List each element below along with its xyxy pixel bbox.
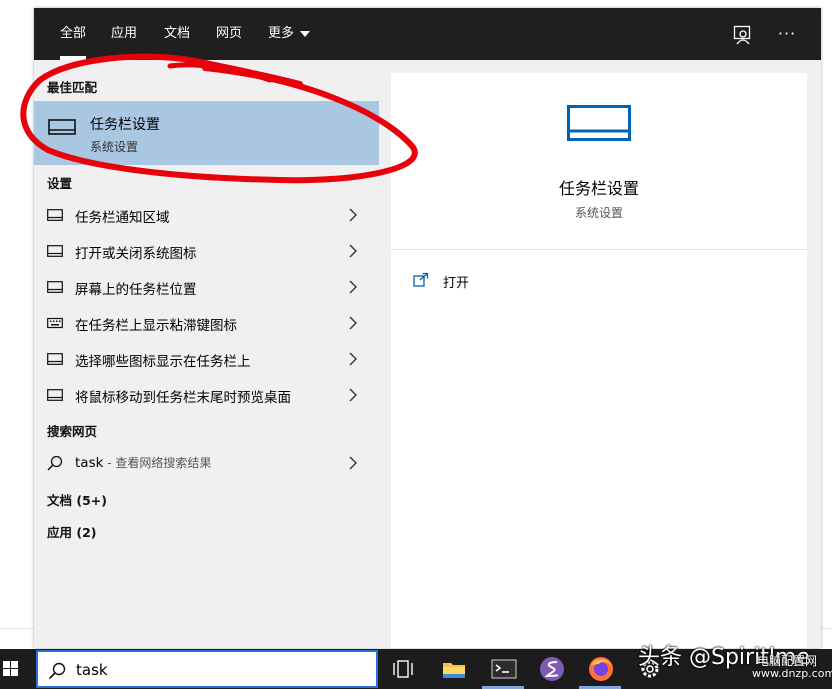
chevron-right-icon	[349, 208, 357, 222]
apps-heading[interactable]: 应用 (2)	[47, 522, 96, 541]
preview-subtitle: 系统设置	[574, 206, 623, 220]
chevron-right-icon	[349, 316, 357, 330]
tab-all-label: 全部	[60, 26, 87, 41]
chevron-right-icon	[349, 388, 357, 402]
file-explorer-icon[interactable]	[440, 655, 468, 683]
search-icon	[48, 662, 66, 680]
settings-item-label: 打开或关闭系统图标	[75, 246, 197, 262]
preview-title: 任务栏设置	[558, 179, 639, 198]
best-match-heading: 最佳匹配	[47, 80, 98, 95]
tab-web[interactable]: 网页	[216, 8, 242, 60]
best-match-title: 任务栏设置	[90, 117, 160, 133]
settings-item-peek-desktop[interactable]: 将鼠标移动到任务栏末尾时预览桌面	[34, 377, 379, 413]
task-view-icon[interactable]	[389, 655, 417, 683]
tab-documents[interactable]: 文档	[164, 8, 190, 60]
web-search-label: task - 查看网络搜索结果	[75, 454, 211, 471]
search-input[interactable]	[76, 658, 366, 682]
emacs-icon[interactable]	[538, 655, 566, 683]
tab-documents-label: 文档	[164, 26, 191, 41]
settings-item-taskbar-position[interactable]: 屏幕上的任务栏位置	[34, 269, 379, 305]
settings-heading: 设置	[47, 176, 73, 191]
firefox-icon[interactable]	[587, 655, 615, 683]
taskbar-icon	[47, 389, 63, 401]
preview-divider	[391, 249, 807, 250]
taskbar-icon	[567, 105, 631, 141]
tab-more-label: 更多	[268, 26, 295, 41]
documents-heading[interactable]: 文档 (5+)	[47, 490, 107, 509]
taskbar-icon	[47, 353, 63, 365]
ellipsis-icon[interactable]: ···	[776, 23, 798, 45]
open-label: 打开	[443, 276, 470, 291]
tab-apps[interactable]: 应用	[111, 8, 137, 60]
open-external-icon	[413, 272, 429, 287]
keyboard-icon	[47, 317, 63, 329]
search-window: 全部 应用 文档 网页 更多 ··· 最佳匹配 任务栏设置 系统设置 设置 任务…	[34, 8, 821, 648]
settings-item-sticky-keys[interactable]: 在任务栏上显示粘滞键图标	[34, 305, 379, 341]
windows-start-icon[interactable]	[0, 649, 34, 689]
desktop-divider	[0, 628, 34, 629]
chevron-right-icon	[349, 456, 357, 470]
best-match-subtitle: 系统设置	[90, 140, 139, 154]
web-search-item[interactable]: task - 查看网络搜索结果	[34, 445, 379, 481]
chevron-right-icon	[349, 244, 357, 258]
chevron-right-icon	[349, 352, 357, 366]
tab-more[interactable]: 更多	[268, 8, 311, 60]
preview-pane: 任务栏设置 系统设置 打开	[391, 73, 807, 648]
taskbar-icon	[47, 209, 63, 221]
taskbar-icon	[47, 245, 63, 257]
chevron-down-icon	[300, 30, 311, 37]
settings-item-label: 选择哪些图标显示在任务栏上	[75, 354, 251, 370]
settings-item-choose-icons[interactable]: 选择哪些图标显示在任务栏上	[34, 341, 379, 377]
web-search-query: task	[75, 455, 104, 471]
taskbar-search-box[interactable]	[36, 650, 378, 688]
feedback-person-icon[interactable]	[733, 25, 753, 45]
chevron-right-icon	[349, 280, 357, 294]
results-list: 最佳匹配 任务栏设置 系统设置 设置 任务栏通知区域 打开或关闭系统图标 屏幕上…	[34, 60, 379, 648]
terminal-icon[interactable]	[490, 655, 518, 683]
taskbar-icon	[48, 119, 76, 135]
web-search-suffix: - 查看网络搜索结果	[103, 456, 212, 470]
settings-item-notification-area[interactable]: 任务栏通知区域	[34, 197, 379, 233]
tab-all[interactable]: 全部	[60, 8, 87, 60]
tab-web-label: 网页	[216, 26, 243, 41]
settings-item-label: 在任务栏上显示粘滞键图标	[75, 318, 237, 334]
taskbar-icon	[47, 281, 63, 293]
settings-item-label: 任务栏通知区域	[75, 210, 170, 226]
settings-item-label: 将鼠标移动到任务栏末尾时预览桌面	[75, 390, 291, 406]
watermark-site-url: www.dnzp.com	[752, 667, 832, 680]
tab-apps-label: 应用	[111, 26, 138, 41]
best-match-item[interactable]: 任务栏设置 系统设置	[34, 101, 379, 165]
settings-item-system-icons[interactable]: 打开或关闭系统图标	[34, 233, 379, 269]
search-icon	[47, 455, 63, 471]
settings-item-label: 屏幕上的任务栏位置	[75, 282, 197, 298]
web-search-heading: 搜索网页	[47, 424, 98, 439]
search-scope-bar: 全部 应用 文档 网页 更多 ···	[34, 8, 821, 60]
